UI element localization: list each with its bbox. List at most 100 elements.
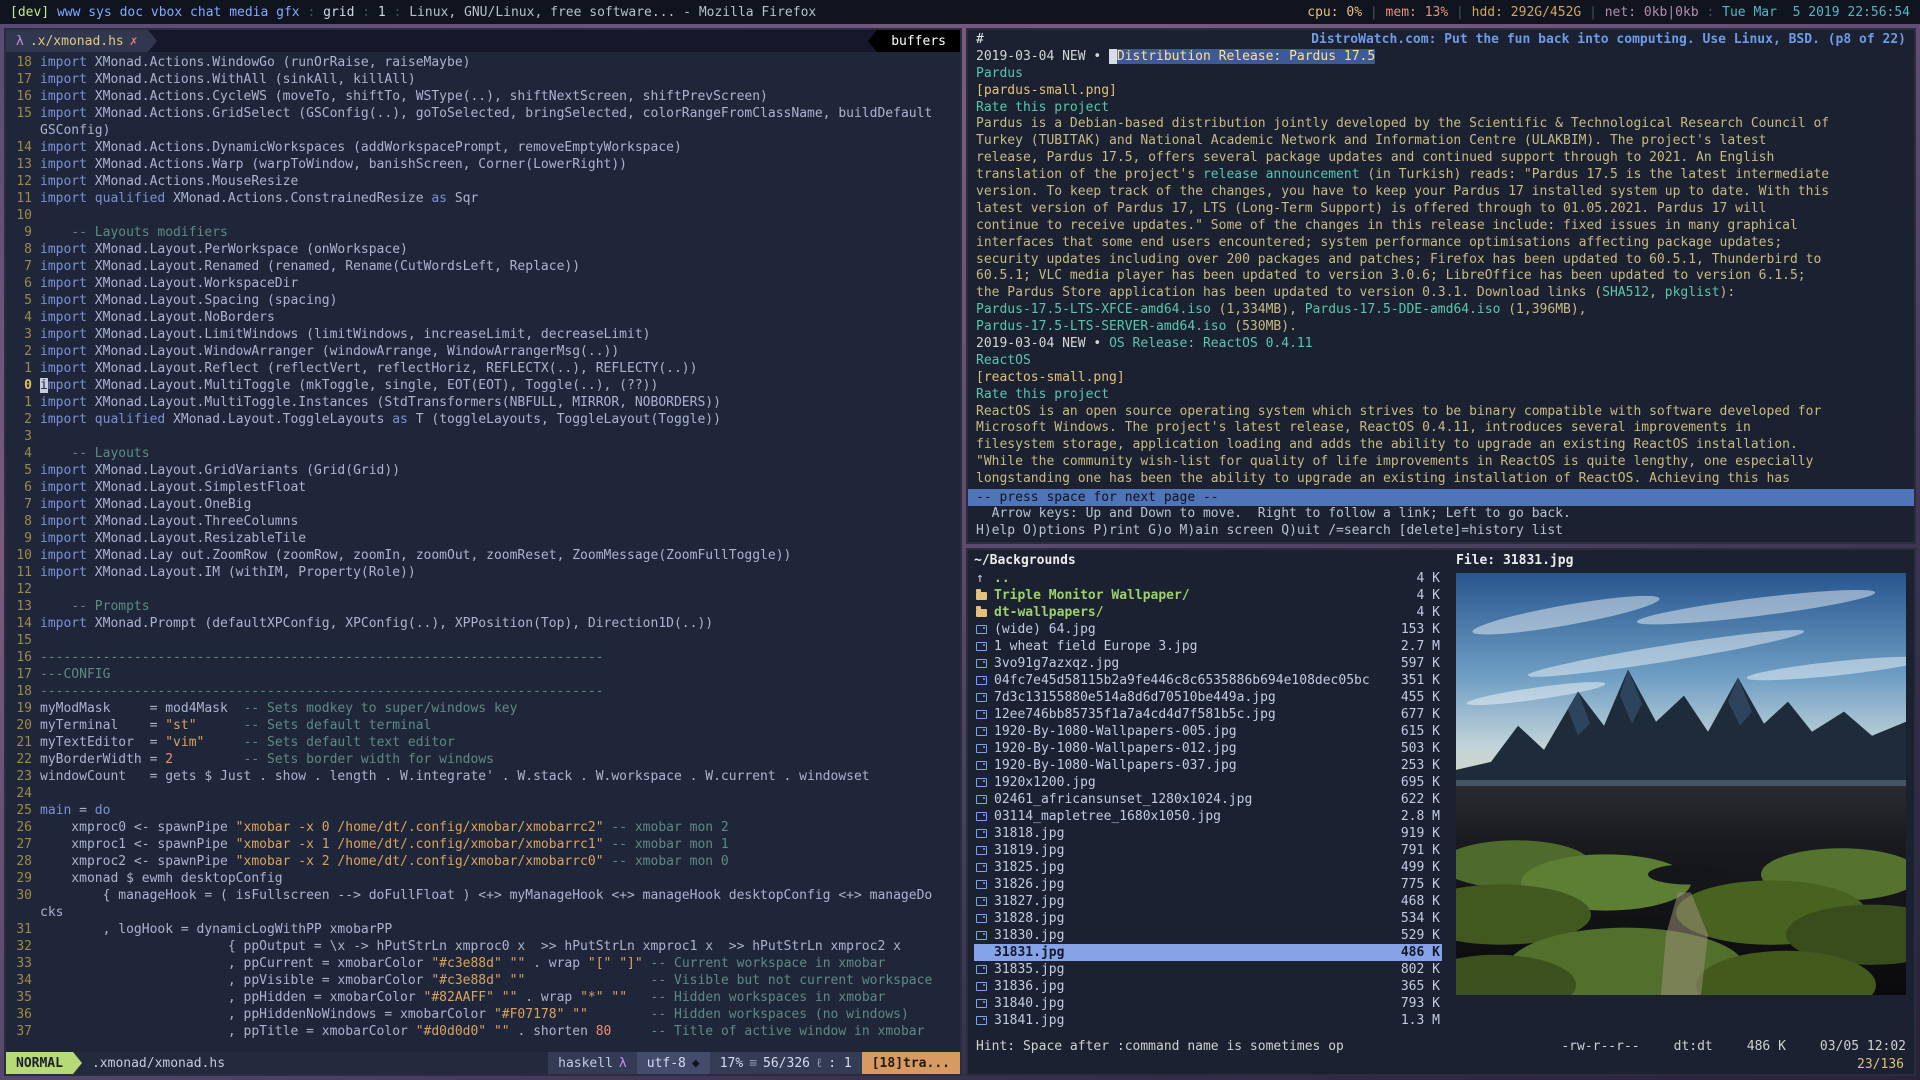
workspace-vbox[interactable]: vbox (151, 5, 182, 20)
lynx-statusbar: -- press space for next page -- (968, 489, 1914, 506)
vim-line: 33 , ppCurrent = xmobarColor "#c3e88d" "… (6, 955, 960, 972)
stat-cpu: cpu: 0% (1307, 5, 1362, 20)
window-count: 1 (378, 5, 386, 20)
vim-position: 17%≡56/326ℓ: 1 (710, 1052, 862, 1074)
lynx-link[interactable]: pkglist (1665, 285, 1720, 300)
scroll-percent: 17% (720, 1056, 743, 1071)
file-row[interactable]: dt-wallpapers/4 K (974, 604, 1442, 621)
file-row[interactable]: 31836.jpg365 K (974, 978, 1442, 995)
layout-indicator[interactable]: grid (323, 5, 354, 20)
file-row[interactable]: 31835.jpg802 K (974, 961, 1442, 978)
file-row[interactable]: 1920-By-1080-Wallpapers-012.jpg503 K (974, 740, 1442, 757)
vim-line: 6import XMonad.Layout.WorkspaceDir (6, 275, 960, 292)
file-row[interactable]: 31830.jpg529 K (974, 927, 1442, 944)
file-row[interactable]: 31841.jpg1.3 M (974, 1012, 1442, 1029)
file-row[interactable]: 04fc7e45d58115b2a9fe446c8c6535886b694e10… (974, 672, 1442, 689)
file-row[interactable]: 31818.jpg919 K (974, 825, 1442, 842)
file-row[interactable]: ↑..4 K (974, 570, 1442, 587)
file-row[interactable]: 1920x1200.jpg695 K (974, 774, 1442, 791)
statusline-spacer (235, 1052, 548, 1074)
file-row[interactable]: Triple Monitor Wallpaper/4 K (974, 587, 1442, 604)
image-icon (976, 744, 987, 753)
line-position: 56/326 (763, 1056, 810, 1071)
file-row[interactable]: 31831.jpg486 K (974, 944, 1442, 961)
workspace-gfx[interactable]: gfx (276, 5, 299, 20)
lynx-link[interactable]: Pardus (976, 66, 1023, 81)
stat-hdd: hdd: 292G/452G (1472, 5, 1582, 20)
file-row[interactable]: 1920-By-1080-Wallpapers-005.jpg615 K (974, 723, 1442, 740)
file-row[interactable]: 31827.jpg468 K (974, 893, 1442, 910)
current-directory: ~/Backgrounds (974, 552, 1442, 570)
lines-icon: ≡ (749, 1056, 757, 1071)
lynx-link[interactable]: Distribution Release: Pardus 17.5 (1117, 49, 1375, 64)
workspace-www[interactable]: www (57, 5, 80, 20)
lynx-link[interactable]: Rate this project (976, 387, 1109, 402)
vim-window: λ .x/xmonad.hs ✗ buffers 18import XMonad… (4, 28, 962, 1076)
vim-line: 35 , ppHidden = xmobarColor "#82AAFF" ""… (6, 989, 960, 1006)
file-row[interactable]: 12ee746bb85735f1a7a4cd4d7f581b5c.jpg677 … (974, 706, 1442, 723)
lambda-icon: λ (619, 1056, 627, 1071)
lynx-link[interactable]: Pardus-17.5-LTS-SERVER-amd64.iso (976, 319, 1226, 334)
file-row[interactable]: 1 wheat field Europe 3.jpg2.7 M (974, 638, 1442, 655)
vim-tab[interactable]: λ .x/xmonad.hs ✗ (6, 30, 148, 52)
lynx-link[interactable]: release announcement (1203, 167, 1360, 182)
lynx-body: # DistroWatch.com: Put the fun back into… (968, 30, 1914, 542)
workspace-sys[interactable]: sys (88, 5, 111, 20)
image-icon (976, 880, 987, 889)
file-row[interactable]: 31819.jpg791 K (974, 842, 1442, 859)
image-icon (976, 863, 987, 872)
file-row[interactable]: 31840.jpg793 K (974, 995, 1442, 1012)
image-icon (976, 761, 987, 770)
vim-mode-indicator: NORMAL (6, 1052, 73, 1074)
separator: : (300, 5, 323, 20)
vim-encoding: utf-8◆ (637, 1052, 710, 1074)
vim-line: 37 , ppTitle = xmobarColor "#d0d0d0" "" … (6, 1023, 960, 1040)
file-row[interactable]: 1920-By-1080-Wallpapers-037.jpg253 K (974, 757, 1442, 774)
vim-line: 17---CONFIG (6, 666, 960, 683)
folder-icon (976, 592, 987, 600)
image-icon (976, 659, 987, 668)
lynx-link[interactable]: Pardus-17.5-LTS-XFCE-amd64.iso (976, 302, 1211, 317)
lynx-link[interactable]: ReactOS (976, 353, 1031, 368)
vim-line: 8import XMonad.Layout.PerWorkspace (onWo… (6, 241, 960, 258)
vim-line: 17import XMonad.Actions.WithAll (sinkAll… (6, 71, 960, 88)
file-row[interactable]: 31826.jpg775 K (974, 876, 1442, 893)
lynx-link[interactable]: Rate this project (976, 100, 1109, 115)
lynx-link[interactable]: OS Release: ReactOS 0.4.11 (1109, 336, 1313, 351)
workspace-current[interactable]: [dev] (10, 5, 49, 20)
close-icon[interactable]: ✗ (130, 34, 138, 49)
vim-buffer[interactable]: 18import XMonad.Actions.WindowGo (runOrR… (6, 52, 960, 1040)
file-position: 23/136 (968, 1056, 1914, 1074)
vim-line: 15 (6, 632, 960, 649)
workspace-list: [dev] www sys doc vbox chat media gfx (10, 5, 300, 20)
file-row[interactable]: 03114_mapletree_1680x1050.jpg2.8 M (974, 808, 1442, 825)
workspace-doc[interactable]: doc (120, 5, 143, 20)
lynx-link[interactable]: Pardus-17.5-DDE-amd64.iso (1305, 302, 1501, 317)
image-icon (976, 982, 987, 991)
file-row[interactable]: 7d3c13155880e514a8d6d70510be449a.jpg455 … (974, 689, 1442, 706)
lynx-line: Pardus-17.5-LTS-SERVER-amd64.iso (530MB)… (976, 319, 1906, 336)
image-icon (976, 999, 987, 1008)
encoding-icon: ◆ (692, 1056, 700, 1071)
up-arrow-icon: ↑ (976, 570, 987, 587)
lynx-line: release, Pardus 17.5, offers several pac… (976, 150, 1906, 167)
workspace-media[interactable]: media (229, 5, 268, 20)
vim-line: 6import XMonad.Layout.SimplestFloat (6, 479, 960, 496)
vim-line: 12import XMonad.Actions.MouseResize (6, 173, 960, 190)
image-icon (976, 1016, 987, 1025)
file-row[interactable]: 02461_africansunset_1280x1024.jpg622 K (974, 791, 1442, 808)
vim-line: 27 xmproc1 <- spawnPipe "xmobar -x 1 /ho… (6, 836, 960, 853)
file-row[interactable]: 3vo91g7azxqz.jpg597 K (974, 655, 1442, 672)
clock: Tue Mar 5 2019 22:56:54 (1722, 5, 1910, 20)
vim-line: 14import XMonad.Actions.DynamicWorkspace… (6, 139, 960, 156)
workspace-chat[interactable]: chat (190, 5, 221, 20)
image-icon (976, 965, 987, 974)
file-row[interactable]: (wide) 64.jpg153 K (974, 621, 1442, 638)
file-row[interactable]: 31825.jpg499 K (974, 859, 1442, 876)
file-row[interactable]: 31828.jpg534 K (974, 910, 1442, 927)
vim-line: 25main = do (6, 802, 960, 819)
lynx-help-keys: Arrow keys: Up and Down to move. Right t… (976, 506, 1906, 523)
active-window-title: Linux, GNU/Linux, free software... - Moz… (409, 5, 816, 20)
lynx-link[interactable]: SHA512 (1602, 285, 1649, 300)
lynx-line: Pardus-17.5-LTS-XFCE-amd64.iso (1,334MB)… (976, 302, 1906, 319)
